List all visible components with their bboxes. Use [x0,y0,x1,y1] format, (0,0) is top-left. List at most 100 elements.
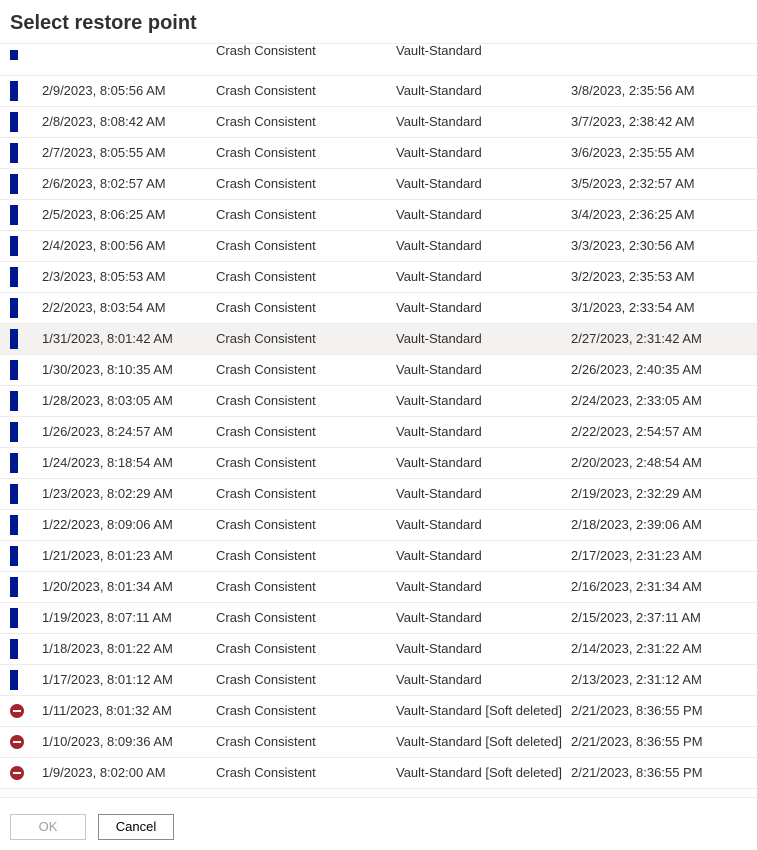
consistency-cell: Crash Consistent [216,726,396,757]
consistency-cell: Crash Consistent [216,416,396,447]
status-bar-icon [10,143,18,163]
tier-cell: Vault-Standard [396,292,571,323]
time-cell: 1/30/2023, 8:10:35 AM [36,354,216,385]
time-cell: 2/9/2023, 8:05:56 AM [36,75,216,106]
expiry-cell: 2/21/2023, 8:36:55 PM [571,757,757,788]
tier-cell: Vault-Standard [396,602,571,633]
table-row[interactable]: 1/17/2023, 8:01:12 AMCrash ConsistentVau… [0,664,757,695]
table-row[interactable]: 1/19/2023, 8:07:11 AMCrash ConsistentVau… [0,602,757,633]
tier-cell: Vault-Standard [396,633,571,664]
table-row[interactable]: 2/2/2023, 8:03:54 AMCrash ConsistentVaul… [0,292,757,323]
tier-cell: Vault-Standard [396,664,571,695]
consistency-cell: Crash Consistent [216,106,396,137]
tier-cell: Vault-Standard [396,509,571,540]
expiry-cell: 2/15/2023, 2:37:11 AM [571,602,757,633]
tier-cell: Vault-Standard [396,106,571,137]
expiry-cell: 2/21/2023, 8:36:55 PM [571,695,757,726]
expiry-cell: 3/5/2023, 2:32:57 AM [571,168,757,199]
expiry-cell: 2/24/2023, 2:33:05 AM [571,385,757,416]
tier-cell: Vault-Standard [396,168,571,199]
time-cell: 1/9/2023, 8:02:00 AM [36,757,216,788]
table-row[interactable]: 1/28/2023, 8:03:05 AMCrash ConsistentVau… [0,385,757,416]
expiry-cell: 3/7/2023, 2:38:42 AM [571,106,757,137]
status-bar-icon [10,112,18,132]
expiry-cell: 3/1/2023, 2:33:54 AM [571,292,757,323]
consistency-cell: Crash Consistent [216,199,396,230]
table-row[interactable]: 2/8/2023, 8:08:42 AMCrash ConsistentVaul… [0,106,757,137]
status-bar-icon [10,608,18,628]
time-cell: 2/6/2023, 8:02:57 AM [36,168,216,199]
time-cell: 2/2/2023, 8:03:54 AM [36,292,216,323]
ok-button[interactable]: OK [10,814,86,840]
table-row[interactable]: 1/30/2023, 8:10:35 AMCrash ConsistentVau… [0,354,757,385]
time-cell: 1/20/2023, 8:01:34 AM [36,571,216,602]
time-cell: 1/10/2023, 8:09:36 AM [36,726,216,757]
tier-cell: Vault-Standard [396,261,571,292]
table-row[interactable]: 2/7/2023, 8:05:55 AMCrash ConsistentVaul… [0,137,757,168]
time-cell: 1/26/2023, 8:24:57 AM [36,416,216,447]
table-row[interactable]: 1/10/2023, 8:09:36 AMCrash ConsistentVau… [0,726,757,757]
table-row[interactable]: 1/26/2023, 8:24:57 AMCrash ConsistentVau… [0,416,757,447]
table-row[interactable]: 1/31/2023, 8:01:42 AMCrash ConsistentVau… [0,323,757,354]
expiry-cell: 3/8/2023, 2:35:56 AM [571,75,757,106]
table-row[interactable]: 1/23/2023, 8:02:29 AMCrash ConsistentVau… [0,478,757,509]
table-row[interactable]: 2/9/2023, 8:05:56 AMCrash ConsistentVaul… [0,75,757,106]
table-row[interactable]: 1/18/2023, 8:01:22 AMCrash ConsistentVau… [0,633,757,664]
table-row[interactable]: 1/20/2023, 8:01:34 AMCrash ConsistentVau… [0,571,757,602]
table-row-partial[interactable]: Crash Consistent Vault-Standard [0,44,757,75]
table-row[interactable]: 1/11/2023, 8:01:32 AMCrash ConsistentVau… [0,695,757,726]
expiry-cell: 2/20/2023, 2:48:54 AM [571,447,757,478]
table-row[interactable]: 1/22/2023, 8:09:06 AMCrash ConsistentVau… [0,509,757,540]
consistency-cell: Crash Consistent [216,44,316,58]
status-bar-icon [10,515,18,535]
status-bar-icon [10,670,18,690]
time-cell: 1/31/2023, 8:01:42 AM [36,323,216,354]
status-bar-icon [10,577,18,597]
status-bar-icon [10,360,18,380]
expiry-cell: 2/14/2023, 2:31:22 AM [571,633,757,664]
tier-cell: Vault-Standard [Soft deleted] [396,757,571,788]
table-row[interactable]: 2/4/2023, 8:00:56 AMCrash ConsistentVaul… [0,230,757,261]
time-cell: 1/19/2023, 8:07:11 AM [36,602,216,633]
time-cell: 2/5/2023, 8:06:25 AM [36,199,216,230]
expiry-cell: 2/26/2023, 2:40:35 AM [571,354,757,385]
status-bar-icon [10,453,18,473]
status-bar-icon [10,81,18,101]
expiry-cell: 2/21/2023, 8:36:55 PM [571,726,757,757]
table-row[interactable]: 2/5/2023, 8:06:25 AMCrash ConsistentVaul… [0,199,757,230]
tier-cell: Vault-Standard [396,478,571,509]
consistency-cell: Crash Consistent [216,571,396,602]
table-row[interactable]: 1/21/2023, 8:01:23 AMCrash ConsistentVau… [0,540,757,571]
tier-cell: Vault-Standard [396,44,482,58]
dialog-title: Select restore point [0,0,757,44]
time-cell: 2/8/2023, 8:08:42 AM [36,106,216,137]
table-row[interactable]: 1/9/2023, 8:02:00 AMCrash ConsistentVaul… [0,757,757,788]
expiry-cell: 2/27/2023, 2:31:42 AM [571,323,757,354]
soft-deleted-icon [10,735,24,749]
consistency-cell: Crash Consistent [216,509,396,540]
cancel-button[interactable]: Cancel [98,814,174,840]
tier-cell: Vault-Standard [Soft deleted] [396,726,571,757]
table-row[interactable]: 2/6/2023, 8:02:57 AMCrash ConsistentVaul… [0,168,757,199]
tier-cell: Vault-Standard [396,354,571,385]
tier-cell: Vault-Standard [396,199,571,230]
tier-cell: Vault-Standard [396,323,571,354]
expiry-cell: 2/19/2023, 2:32:29 AM [571,478,757,509]
consistency-cell: Crash Consistent [216,137,396,168]
tier-cell: Vault-Standard [396,540,571,571]
time-cell: 1/18/2023, 8:01:22 AM [36,633,216,664]
time-cell: 1/21/2023, 8:01:23 AM [36,540,216,571]
dialog-footer: OK Cancel [0,797,757,850]
consistency-cell: Crash Consistent [216,447,396,478]
table-row[interactable]: 1/24/2023, 8:18:54 AMCrash ConsistentVau… [0,447,757,478]
table-row[interactable]: 2/3/2023, 8:05:53 AMCrash ConsistentVaul… [0,261,757,292]
tier-cell: Vault-Standard [396,75,571,106]
time-cell: 1/11/2023, 8:01:32 AM [36,695,216,726]
tier-cell: Vault-Standard [Soft deleted] [396,695,571,726]
consistency-cell: Crash Consistent [216,230,396,261]
status-bar-icon [10,329,18,349]
consistency-cell: Crash Consistent [216,664,396,695]
time-cell: 1/28/2023, 8:03:05 AM [36,385,216,416]
expiry-cell: 3/4/2023, 2:36:25 AM [571,199,757,230]
status-bar-icon [10,236,18,256]
